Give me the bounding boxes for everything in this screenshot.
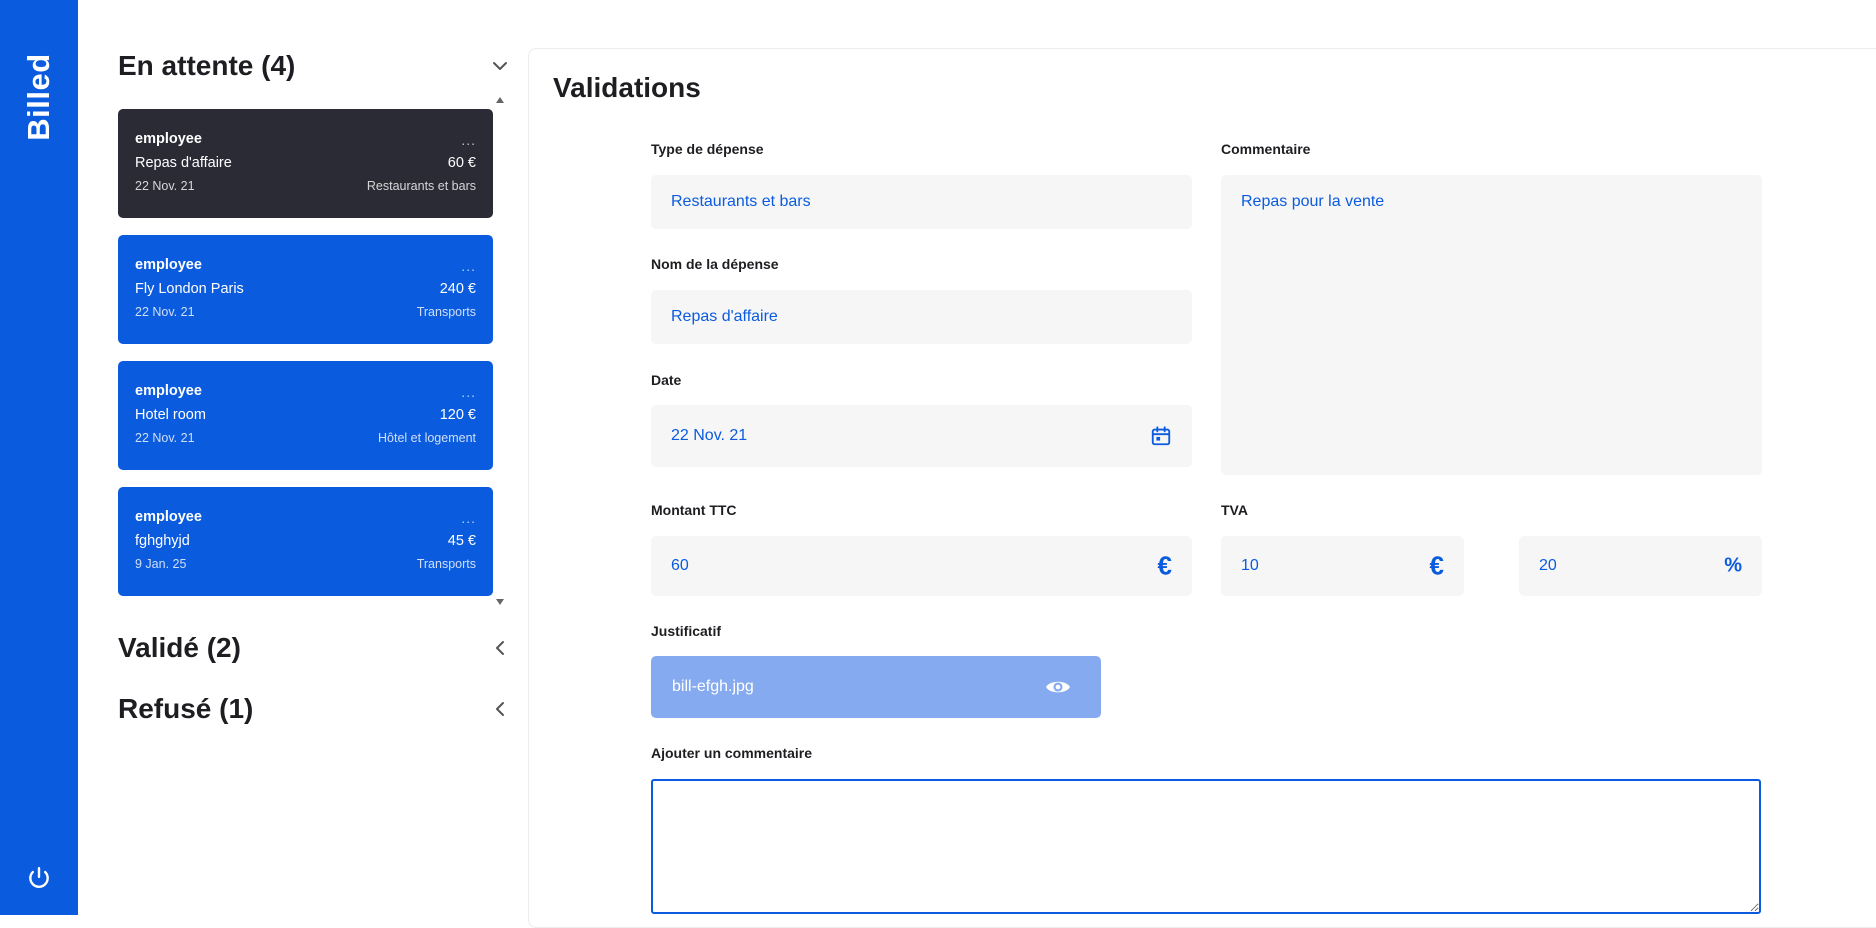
vat-label: TVA — [1221, 502, 1248, 518]
calendar-icon[interactable] — [1150, 425, 1172, 447]
bill-card-amount: 240 € — [439, 280, 476, 297]
bill-card[interactable]: employee ... fghghyjd 45 € 9 Jan. 25 Tra… — [118, 487, 493, 596]
bill-card-date: 22 Nov. 21 — [135, 431, 195, 445]
validated-section-title: Validé (2) — [118, 632, 241, 663]
euro-icon: € — [1429, 550, 1444, 581]
validated-section: Validé (2) — [118, 632, 510, 664]
bill-card-type: Hôtel et logement — [378, 431, 476, 445]
expense-name-value: Repas d'affaire — [671, 308, 778, 325]
bill-card-date: 22 Nov. 21 — [135, 305, 195, 319]
bill-card[interactable]: employee ... Repas d'affaire 60 € 22 Nov… — [118, 109, 493, 218]
date-field[interactable]: 22 Nov. 21 — [651, 405, 1192, 467]
bill-card-email: employee — [135, 383, 202, 399]
scroll-up-arrow-icon[interactable] — [495, 96, 505, 104]
bill-card-date: 9 Jan. 25 — [135, 557, 187, 571]
attachment-filename: bill-efgh.jpg — [672, 678, 754, 695]
bill-card-amount: 120 € — [439, 406, 476, 423]
vat-percent-value: 20 — [1539, 557, 1557, 574]
bill-card-email: employee — [135, 131, 202, 147]
vertical-navbar: Billed — [0, 0, 78, 915]
pending-section-header[interactable]: En attente (4) — [118, 50, 510, 82]
euro-icon: € — [1157, 550, 1172, 581]
chevron-down-icon[interactable] — [490, 56, 510, 76]
refused-section-header[interactable]: Refusé (1) — [118, 693, 510, 725]
bill-card-more: ... — [461, 258, 476, 274]
attachment-label: Justificatif — [651, 623, 722, 639]
comment-value: Repas pour la vente — [1241, 193, 1385, 210]
bill-card-more: ... — [461, 132, 476, 148]
eye-icon[interactable] — [1045, 674, 1071, 700]
bill-card-type: Transports — [416, 305, 476, 319]
percent-icon: % — [1724, 554, 1742, 577]
chevron-left-icon[interactable] — [490, 638, 510, 658]
vat-value: 10 — [1241, 557, 1259, 574]
expense-type-field[interactable]: Restaurants et bars — [651, 175, 1192, 229]
bill-card-email: employee — [135, 509, 202, 525]
comment-label: Commentaire — [1221, 141, 1311, 157]
bill-card-amount: 60 € — [447, 154, 476, 171]
vat-percent-field[interactable]: 20 % — [1519, 536, 1762, 596]
amount-value: 60 — [671, 557, 689, 574]
page-title: Validations — [553, 72, 701, 103]
expense-type-label: Type de dépense — [651, 141, 764, 157]
bill-card-type: Transports — [416, 557, 476, 571]
comment-field[interactable]: Repas pour la vente — [1221, 175, 1762, 475]
date-label: Date — [651, 372, 682, 388]
amount-field[interactable]: 60 € — [651, 536, 1192, 596]
expense-name-label: Nom de la dépense — [651, 256, 779, 272]
amount-label: Montant TTC — [651, 502, 737, 518]
bill-card-more: ... — [461, 384, 476, 400]
bill-card[interactable]: employee ... Hotel room 120 € 22 Nov. 21… — [118, 361, 493, 470]
bill-card-name: Repas d'affaire — [135, 154, 232, 171]
bill-card-amount: 45 € — [447, 532, 476, 549]
bill-card-type: Restaurants et bars — [366, 179, 476, 193]
refused-section-title: Refusé (1) — [118, 693, 254, 724]
bill-card-email: employee — [135, 257, 202, 273]
pending-section-title: En attente (4) — [118, 50, 296, 81]
validated-section-header[interactable]: Validé (2) — [118, 632, 510, 664]
bills-card-list: employee ... Repas d'affaire 60 € 22 Nov… — [118, 109, 493, 613]
refused-section: Refusé (1) — [118, 693, 510, 725]
bill-card-name: Fly London Paris — [135, 280, 244, 297]
add-comment-label: Ajouter un commentaire — [651, 745, 813, 761]
bill-card-date: 22 Nov. 21 — [135, 179, 195, 193]
bill-card-more: ... — [461, 510, 476, 526]
expense-type-value: Restaurants et bars — [671, 193, 811, 210]
bill-card-name: fghghyjd — [135, 532, 190, 549]
date-value: 22 Nov. 21 — [671, 427, 748, 444]
chevron-left-icon[interactable] — [490, 699, 510, 719]
expense-name-field[interactable]: Repas d'affaire — [651, 290, 1192, 344]
pending-section: En attente (4) — [118, 50, 510, 82]
scroll-down-arrow-icon[interactable] — [495, 598, 505, 606]
bill-card-name: Hotel room — [135, 406, 206, 423]
vat-field[interactable]: 10 € — [1221, 536, 1464, 596]
add-comment-textarea[interactable] — [651, 779, 1761, 914]
brand-logo: Billed — [21, 53, 56, 141]
bill-card[interactable]: employee ... Fly London Paris 240 € 22 N… — [118, 235, 493, 344]
attachment-field[interactable]: bill-efgh.jpg — [651, 656, 1101, 718]
power-icon[interactable] — [26, 865, 52, 891]
